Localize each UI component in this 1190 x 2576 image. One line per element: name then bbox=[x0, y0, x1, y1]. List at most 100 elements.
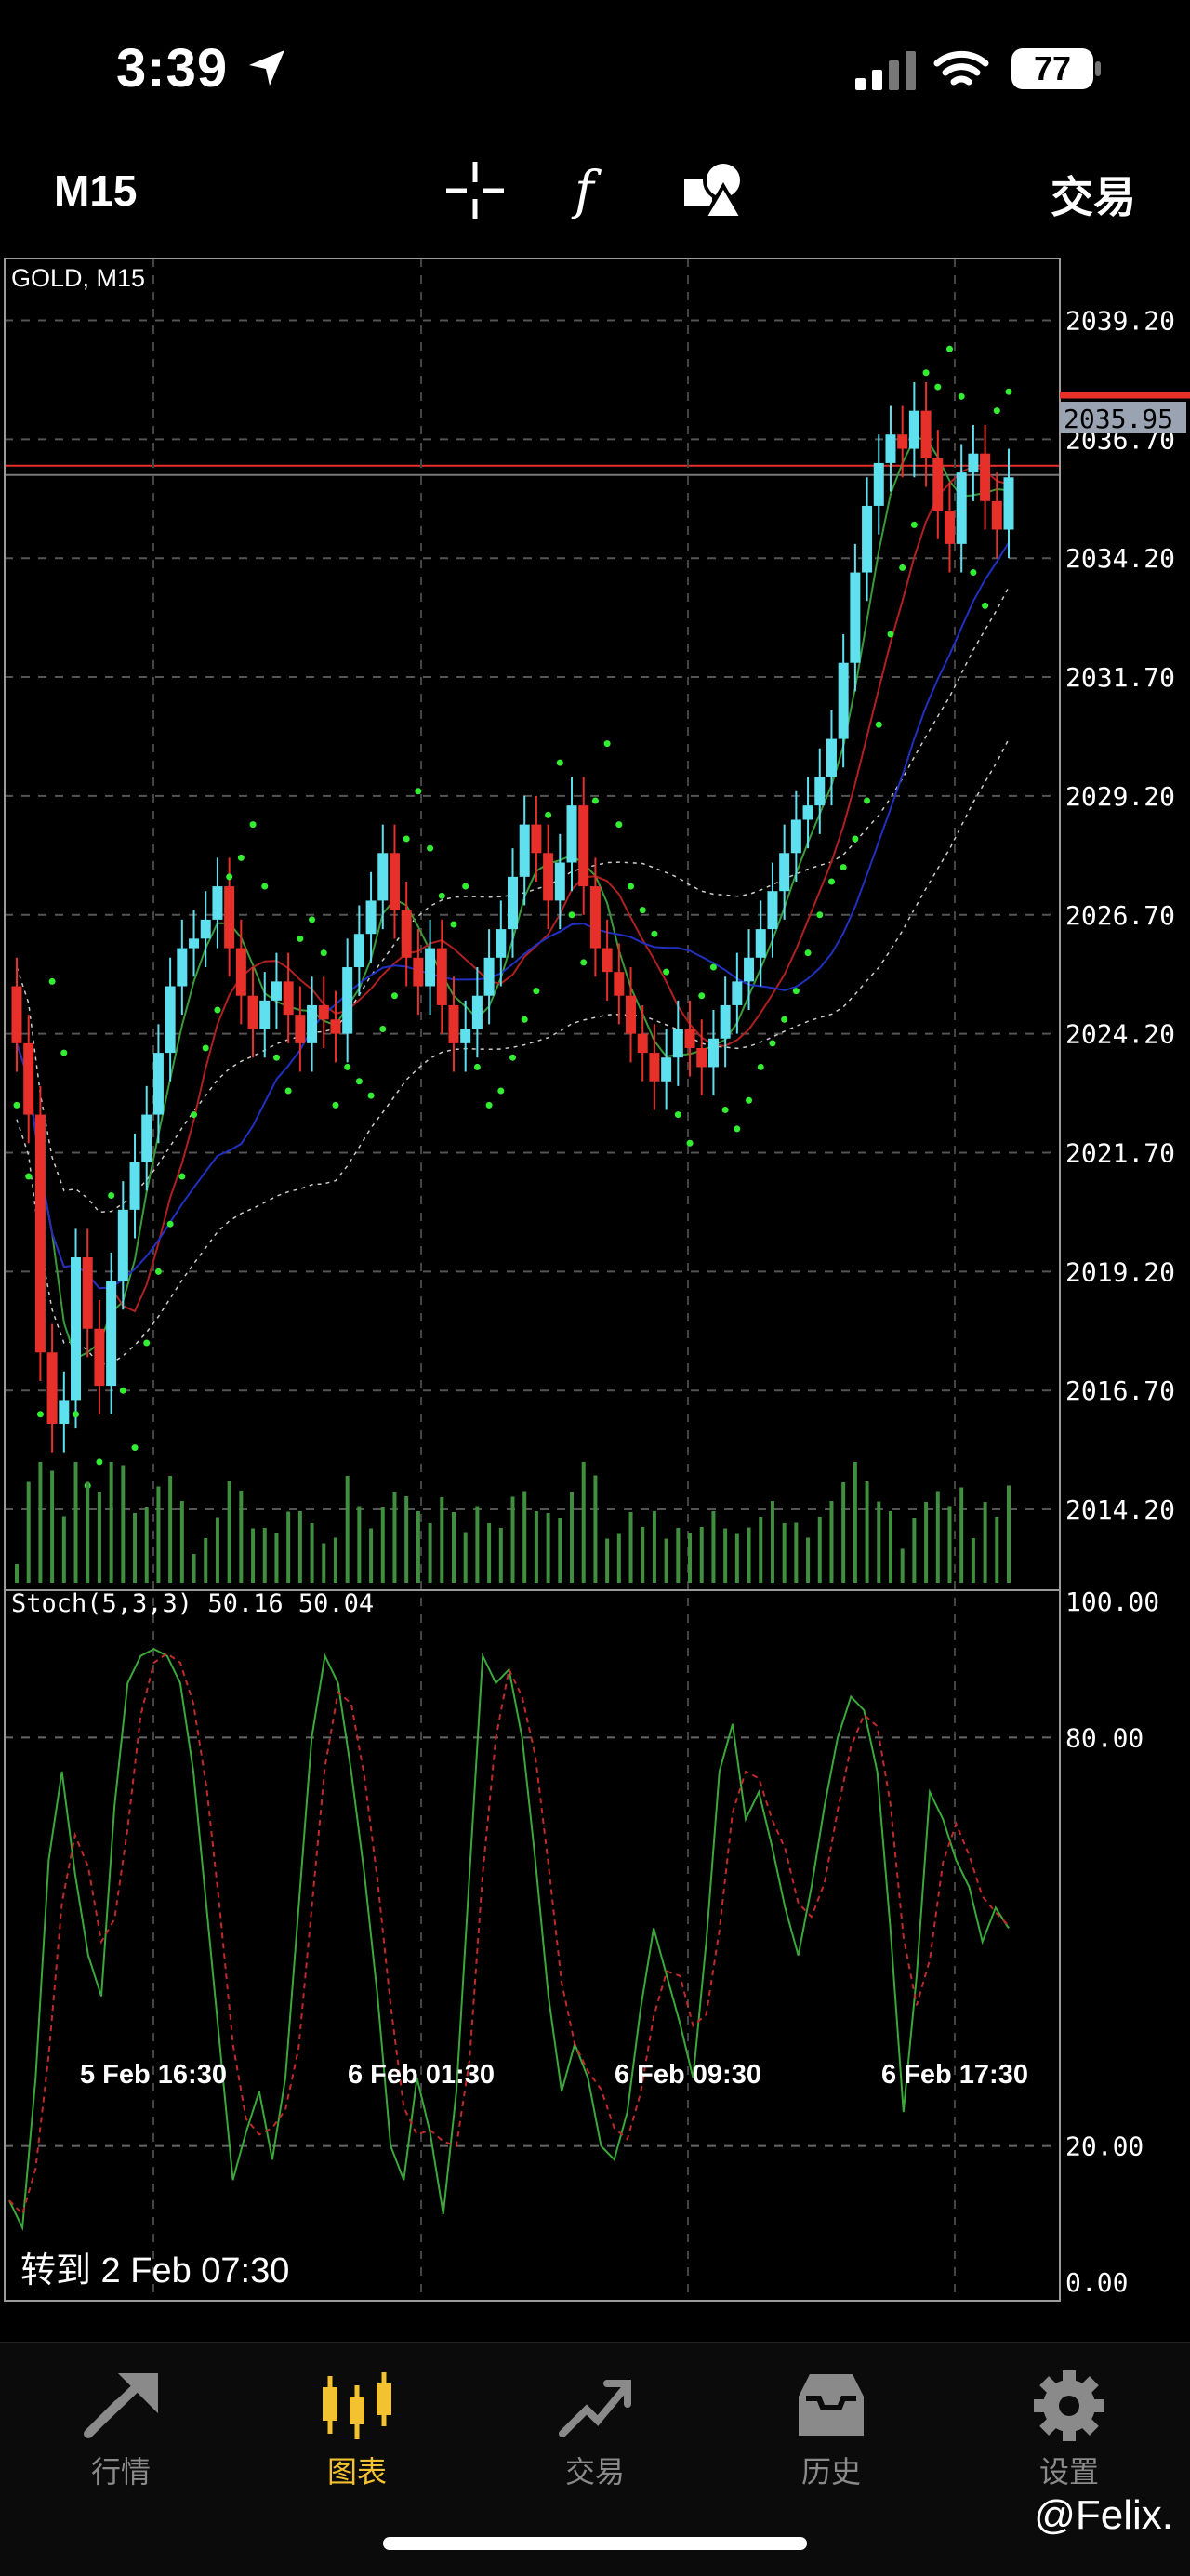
volume-bar bbox=[947, 1506, 952, 1583]
volume-bar bbox=[558, 1518, 562, 1583]
candle-body bbox=[353, 934, 364, 968]
volume-bar bbox=[959, 1487, 964, 1583]
sar-dot bbox=[60, 1049, 68, 1056]
sar-dot bbox=[119, 1387, 126, 1394]
candle-body bbox=[944, 511, 955, 544]
sar-dot bbox=[945, 345, 953, 352]
candle-body bbox=[744, 957, 755, 982]
crosshair-icon[interactable] bbox=[443, 158, 508, 223]
candle-body bbox=[200, 919, 211, 939]
volume-bar bbox=[593, 1475, 598, 1583]
shapes-icon[interactable] bbox=[682, 158, 746, 223]
sar-dot bbox=[674, 1111, 681, 1119]
sar-dot bbox=[792, 988, 800, 995]
sar-dot bbox=[651, 930, 658, 937]
candle-body bbox=[152, 1053, 164, 1115]
trade-trend-icon bbox=[559, 2380, 631, 2437]
candle-body bbox=[684, 1029, 695, 1048]
candle-body bbox=[755, 929, 766, 958]
candle-body bbox=[554, 862, 565, 901]
goto-date-button[interactable]: 转到 2 Feb 07:30 bbox=[20, 2241, 289, 2292]
volume-bar bbox=[487, 1523, 492, 1583]
sar-dot bbox=[615, 821, 623, 829]
volume-bar bbox=[274, 1533, 279, 1583]
sar-dot bbox=[521, 1016, 528, 1023]
candle-body bbox=[566, 805, 577, 863]
candlesticks bbox=[11, 381, 1014, 1453]
current-price-label: 2035.95 bbox=[1064, 404, 1173, 434]
history-inbox-icon bbox=[799, 2374, 864, 2436]
candle-body bbox=[460, 1029, 471, 1043]
sar-dot bbox=[178, 1173, 186, 1180]
volume-bar bbox=[380, 1507, 385, 1583]
sar-dot bbox=[462, 883, 469, 890]
sar-dot bbox=[993, 407, 1000, 415]
volume-bar bbox=[26, 1481, 31, 1583]
tab-chart[interactable]: 图表 bbox=[283, 2369, 431, 2491]
sar-dot bbox=[591, 797, 599, 804]
candle-body bbox=[826, 738, 837, 777]
candle-body bbox=[71, 1257, 82, 1401]
candle-body bbox=[956, 472, 967, 544]
volume-bar bbox=[652, 1511, 656, 1583]
volume-bar bbox=[498, 1528, 503, 1583]
sar-dot bbox=[202, 1044, 209, 1052]
sar-dot bbox=[982, 602, 989, 609]
osc-tick-label: 100.00 bbox=[1065, 1587, 1159, 1617]
candle-body bbox=[873, 462, 884, 506]
volume-bar bbox=[983, 1502, 987, 1583]
price-chart[interactable]: 2039.202036.702034.202031.702029.202026.… bbox=[0, 251, 1190, 2306]
volume-bar bbox=[333, 1537, 337, 1583]
candle-body bbox=[330, 1019, 341, 1034]
tab-settings[interactable]: 设置 bbox=[995, 2369, 1144, 2491]
candle-body bbox=[165, 986, 176, 1054]
sar-dot bbox=[533, 988, 540, 995]
candle-body bbox=[259, 1000, 271, 1029]
volume-bar bbox=[192, 1554, 196, 1583]
volume-bar bbox=[121, 1465, 126, 1583]
candle-body bbox=[578, 805, 589, 887]
candle-body bbox=[672, 1029, 683, 1058]
sar-dot bbox=[485, 1101, 493, 1109]
candle-body bbox=[589, 886, 601, 949]
tab-trade[interactable]: 交易 bbox=[521, 2369, 669, 2491]
stochastic-oscillator bbox=[8, 1648, 1010, 2232]
tab-history[interactable]: 历史 bbox=[757, 2369, 906, 2491]
sar-dot bbox=[355, 1078, 363, 1085]
candle-body bbox=[247, 995, 258, 1029]
sar-dot bbox=[191, 1111, 198, 1119]
candle-body bbox=[814, 777, 826, 806]
tab-quotes[interactable]: 行情 bbox=[46, 2369, 195, 2491]
candle-body bbox=[602, 948, 613, 973]
osc-tick-label: 80.00 bbox=[1065, 1722, 1144, 1753]
volume-bar bbox=[841, 1482, 846, 1583]
trade-button[interactable]: 交易 bbox=[1051, 164, 1136, 225]
sar-dot bbox=[816, 911, 824, 919]
sar-dot bbox=[473, 1063, 481, 1070]
function-icon[interactable]: f bbox=[565, 158, 621, 223]
volume-bar bbox=[416, 1511, 420, 1583]
candle-body bbox=[365, 900, 377, 935]
status-time: 3:39 bbox=[116, 38, 229, 99]
volume-bar bbox=[581, 1462, 586, 1583]
volume-bar bbox=[97, 1492, 101, 1583]
volume-bar bbox=[475, 1506, 480, 1583]
wifi-icon bbox=[933, 50, 989, 86]
candle-body bbox=[696, 1047, 707, 1068]
time-tick-label: 5 Feb 16:30 bbox=[80, 2060, 227, 2090]
candle-body bbox=[212, 886, 223, 920]
home-indicator bbox=[383, 2537, 807, 2550]
price-tick-label: 2039.20 bbox=[1065, 305, 1175, 336]
timeframe-button[interactable]: M15 bbox=[54, 166, 137, 216]
volume-bar bbox=[734, 1533, 739, 1583]
volume-bar bbox=[570, 1492, 575, 1583]
volume-bar bbox=[322, 1543, 326, 1583]
osc-tick-label: 0.00 bbox=[1065, 2267, 1128, 2298]
sar-dot bbox=[320, 949, 327, 957]
sar-dot bbox=[698, 992, 706, 1000]
sar-dot bbox=[73, 1411, 80, 1418]
price-tick-label: 2029.20 bbox=[1065, 781, 1175, 812]
volume-bar bbox=[770, 1501, 774, 1583]
sar-dot bbox=[852, 835, 859, 843]
sar-dot bbox=[214, 1006, 221, 1014]
